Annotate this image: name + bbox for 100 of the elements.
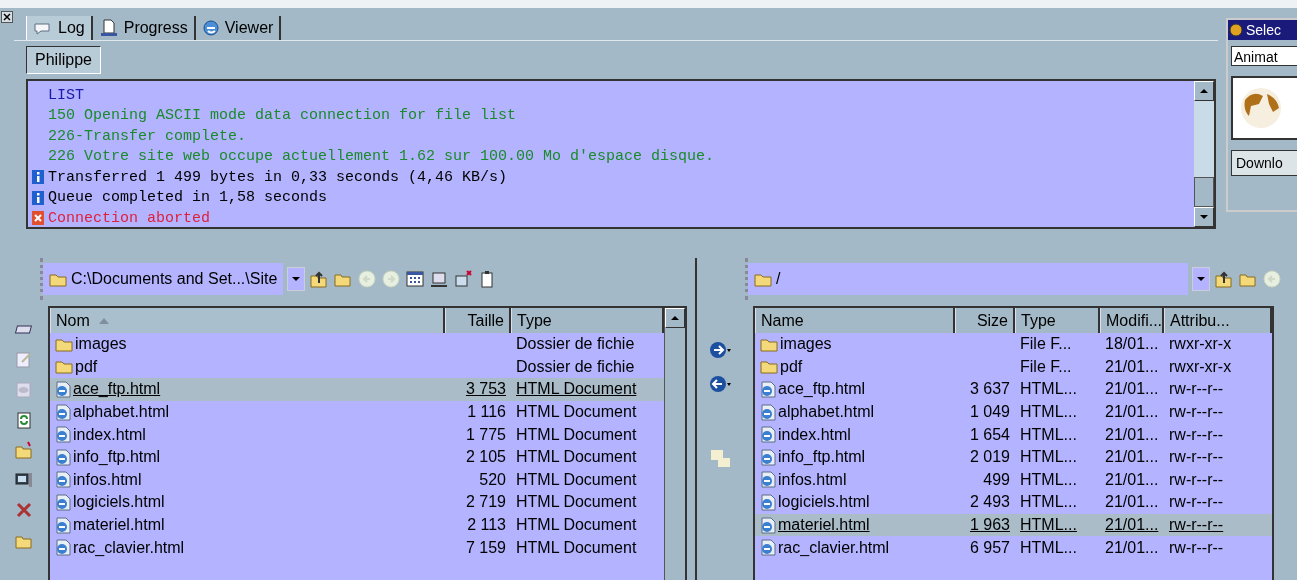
column-header[interactable]: Name bbox=[755, 308, 955, 333]
delete-icon[interactable] bbox=[14, 500, 34, 520]
file-row[interactable]: rac_clavier.html 6 957 HTML... 21/01... rw-r--r-- bbox=[755, 536, 1272, 559]
document-icon bbox=[55, 493, 71, 511]
table-cell: Dossier de fichie bbox=[516, 335, 635, 354]
table-cell: 2 113 bbox=[467, 516, 506, 535]
document-icon bbox=[55, 403, 71, 421]
document-icon bbox=[760, 471, 776, 489]
file-row[interactable]: materiel.html 1 963 HTML... 21/01... rw-r--r-- bbox=[755, 513, 1272, 537]
file-row[interactable]: alphabet.html 1 049 HTML... 21/01... rw-r--r-- bbox=[755, 400, 1272, 424]
table-cell: rw-r--r-- bbox=[1169, 516, 1224, 535]
user-button[interactable]: Philippe bbox=[26, 46, 101, 74]
disconnect-icon[interactable] bbox=[453, 269, 474, 289]
file-row[interactable]: logiciels.html 2 719 HTML Document bbox=[50, 491, 664, 514]
path-field[interactable]: C:\Documents and Set...\Site bbox=[43, 263, 284, 295]
close-button[interactable] bbox=[1, 11, 13, 23]
window-title: Selec bbox=[1246, 22, 1282, 38]
file-name: index.html bbox=[73, 425, 146, 444]
scrollbar-thumb[interactable] bbox=[1194, 177, 1214, 207]
scroll-down-icon[interactable] bbox=[1199, 214, 1209, 220]
log-line: Queue completed in 1,58 seconds bbox=[48, 189, 328, 207]
folder-icon bbox=[760, 336, 778, 352]
file-row[interactable]: logiciels.html 2 493 HTML... 21/01... rw-r--r-- bbox=[755, 491, 1272, 514]
download-button[interactable]: Downlo bbox=[1231, 150, 1297, 176]
table-cell: 520 bbox=[479, 470, 506, 489]
table-cell: HTML Document bbox=[516, 425, 637, 444]
file-row[interactable]: materiel.html 2 113 HTML Document bbox=[50, 513, 664, 537]
file-row[interactable]: index.html 1 775 HTML Document bbox=[50, 423, 664, 446]
table-cell: rw-r--r-- bbox=[1169, 425, 1224, 444]
file-row[interactable]: images File F... 18/01... rwxr-xr-x bbox=[755, 333, 1272, 356]
table-cell: HTML... bbox=[1020, 516, 1077, 535]
file-row[interactable]: info_ftp.html 2 105 HTML Document bbox=[50, 445, 664, 469]
file-row[interactable]: pdf Dossier de fichie bbox=[50, 355, 664, 379]
file-row[interactable]: images Dossier de fichie bbox=[50, 333, 664, 356]
dropdown-button[interactable] bbox=[1192, 267, 1210, 291]
download-arrow-icon[interactable] bbox=[709, 374, 733, 394]
file-name: pdf bbox=[75, 357, 98, 376]
tab[interactable]: Viewer bbox=[195, 16, 282, 40]
file-row[interactable]: infos.html 520 HTML Document bbox=[50, 468, 664, 492]
column-header[interactable]: Nom bbox=[50, 308, 445, 333]
file-row[interactable]: infos.html 499 HTML... 21/01... rw-r--r-- bbox=[755, 468, 1272, 492]
document-icon bbox=[760, 493, 776, 511]
upload-arrow-icon[interactable] bbox=[709, 340, 733, 360]
computer-icon[interactable] bbox=[14, 470, 34, 490]
file-row[interactable]: alphabet.html 1 116 HTML Document bbox=[50, 400, 664, 424]
table-cell: 3 637 bbox=[969, 380, 1010, 399]
dropdown-button[interactable] bbox=[287, 267, 306, 291]
log-line: 226 Votre site web occupe actuellement 1.62 sur 100.00 Mo d'espace disque. bbox=[48, 148, 715, 166]
file-name: info_ftp.html bbox=[73, 448, 161, 467]
table-cell: 21/01... bbox=[1105, 357, 1159, 376]
scrollbar[interactable] bbox=[664, 308, 685, 580]
file-name: logiciels.html bbox=[778, 493, 870, 512]
log-line: 150 Opening ASCII mode data connection for file list bbox=[48, 107, 517, 125]
column-header[interactable]: Taille bbox=[445, 308, 511, 333]
file-name: rac_clavier.html bbox=[778, 538, 890, 557]
table-cell: 1 963 bbox=[969, 516, 1010, 535]
column-header[interactable]: Attribu... bbox=[1164, 308, 1272, 333]
speech-bubble-icon bbox=[33, 21, 53, 35]
tab[interactable]: Progress bbox=[92, 16, 196, 40]
table-cell: 3 753 bbox=[465, 380, 506, 399]
connect-icon[interactable] bbox=[429, 269, 450, 289]
table-cell: 499 bbox=[983, 470, 1010, 489]
table-cell: 21/01... bbox=[1105, 425, 1159, 444]
file-row[interactable]: ace_ftp.html 3 753 HTML Document bbox=[50, 378, 664, 401]
file-name: infos.html bbox=[73, 470, 142, 489]
page-icon bbox=[98, 19, 119, 37]
table-cell: 2 493 bbox=[969, 493, 1010, 512]
file-row[interactable]: ace_ftp.html 3 637 HTML... 21/01... rw-r--r-- bbox=[755, 378, 1272, 401]
table-cell: HTML Document bbox=[516, 493, 637, 512]
dropdown[interactable]: Animat bbox=[1231, 46, 1297, 66]
file-row[interactable]: rac_clavier.html 7 159 HTML Document bbox=[50, 536, 664, 559]
caret-icon bbox=[291, 276, 302, 282]
new-folder-icon[interactable] bbox=[14, 440, 34, 460]
file-row[interactable]: pdf File F... 21/01... rwxr-xr-x bbox=[755, 355, 1272, 379]
table-cell: 18/01... bbox=[1105, 335, 1159, 354]
scroll-up-icon[interactable] bbox=[670, 315, 680, 321]
table-cell: 2 019 bbox=[969, 448, 1010, 467]
table-cell: 1 116 bbox=[467, 403, 506, 422]
table-cell: HTML Document bbox=[516, 470, 637, 489]
up-folder-icon[interactable] bbox=[1214, 269, 1234, 289]
table-cell: HTML Document bbox=[516, 403, 637, 422]
column-header[interactable]: Size bbox=[955, 308, 1015, 333]
up-folder-icon[interactable] bbox=[309, 269, 330, 289]
column-header[interactable]: Modifi... bbox=[1100, 308, 1164, 333]
document-icon bbox=[760, 381, 776, 398]
tab[interactable]: Log bbox=[26, 16, 93, 40]
scrollbar[interactable] bbox=[1194, 81, 1214, 227]
table-cell: rw-r--r-- bbox=[1169, 493, 1224, 512]
view-grid-icon[interactable] bbox=[405, 269, 426, 289]
table-cell: 7 159 bbox=[465, 538, 506, 557]
column-header[interactable]: Type bbox=[1015, 308, 1100, 333]
path-field[interactable]: / bbox=[748, 263, 1188, 295]
file-row[interactable]: info_ftp.html 2 019 HTML... 21/01... rw-r--r-- bbox=[755, 445, 1272, 469]
folder-icon bbox=[49, 271, 67, 287]
file-row[interactable]: index.html 1 654 HTML... 21/01... rw-r--r-- bbox=[755, 423, 1272, 446]
log-line: 226-Transfer complete. bbox=[48, 127, 247, 145]
info-icon bbox=[31, 169, 45, 186]
file-name: materiel.html bbox=[778, 516, 870, 535]
scroll-up-icon[interactable] bbox=[1199, 88, 1209, 94]
refresh-icon[interactable] bbox=[14, 410, 34, 430]
